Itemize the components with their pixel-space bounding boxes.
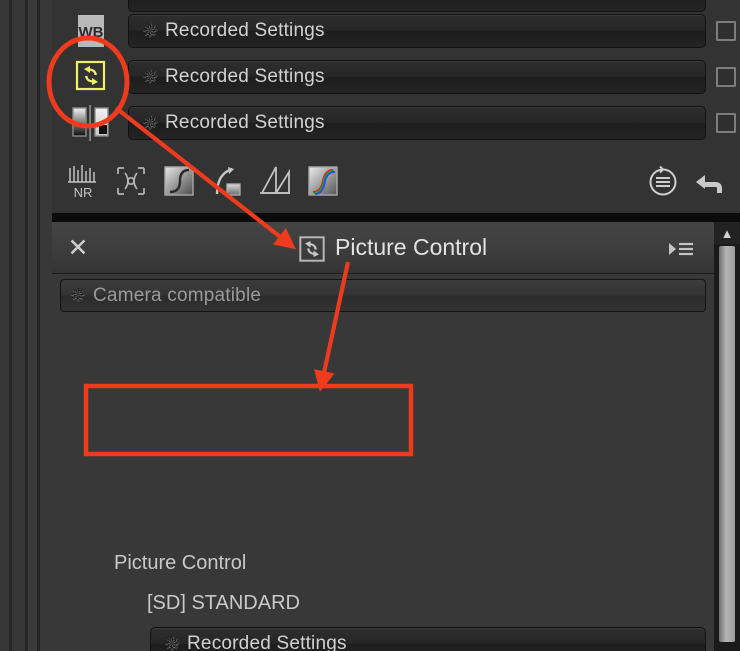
adjustments-toolbar: NR: [52, 158, 740, 208]
auto-distortion-control-icon[interactable]: [256, 162, 294, 200]
camera-compatible-dropdown[interactable]: ✵ Camera compatible: [60, 279, 706, 312]
color-moire-reduction-icon[interactable]: [304, 162, 342, 200]
window-chrome-strip: [0, 0, 9, 651]
camera-compatible-label: Camera compatible: [93, 284, 262, 306]
picture-control-preset-value: [SD] STANDARD: [147, 592, 300, 614]
chevron-down-icon: ✵: [142, 112, 158, 134]
tone-levels-icon[interactable]: [64, 100, 118, 146]
picture-control-panel: ✕ Picture Control ✵ Camera compatible Pi…: [52, 222, 714, 651]
window-chrome-strip: [40, 0, 52, 651]
scrollbar-thumb[interactable]: [719, 246, 735, 642]
close-icon[interactable]: ✕: [64, 235, 92, 263]
window-chrome-strip: [28, 0, 37, 651]
revert-undo-icon[interactable]: [692, 162, 730, 200]
white-balance-icon[interactable]: WB: [64, 8, 118, 54]
tone-levels-checkbox[interactable]: [716, 113, 736, 133]
panel-divider: [52, 213, 740, 222]
adjustment-row: WB ✵ Recorded Settings: [52, 8, 740, 54]
picture-control-dropdown-label: Recorded Settings: [165, 66, 325, 87]
adjustment-row: ✵ Recorded Settings: [52, 100, 740, 146]
chevron-down-icon: ✵: [142, 20, 158, 42]
vignette-control-icon[interactable]: [160, 162, 198, 200]
adjustment-row: ✵ Recorded Settings: [52, 54, 740, 100]
recorded-settings-dropdown-label: Recorded Settings: [187, 633, 347, 651]
picture-control-checkbox[interactable]: [716, 67, 736, 87]
white-balance-dropdown-label: Recorded Settings: [165, 20, 325, 41]
svg-text:WB: WB: [79, 24, 104, 41]
scroll-up-arrow-icon[interactable]: ▲: [714, 222, 740, 244]
tone-levels-dropdown[interactable]: ✵ Recorded Settings: [128, 106, 706, 140]
noise-reduction-label: NR: [74, 185, 93, 200]
vertical-scrollbar[interactable]: ▲: [714, 222, 740, 651]
picture-control-panel-header: ✕ Picture Control: [52, 222, 714, 274]
chevron-down-icon: ✵: [142, 66, 158, 88]
app-window: WB ✵ Recorded Settings ✵ Recorded Settin…: [0, 0, 740, 651]
white-balance-dropdown[interactable]: ✵ Recorded Settings: [128, 14, 706, 48]
picture-control-section-label: Picture Control: [114, 552, 247, 574]
recorded-settings-dropdown[interactable]: ✵ Recorded Settings: [150, 627, 706, 651]
tone-levels-dropdown-label: Recorded Settings: [165, 112, 325, 133]
window-chrome-strip: [12, 0, 25, 651]
noise-reduction-icon[interactable]: NR: [64, 162, 102, 200]
adjustments-panel: WB ✵ Recorded Settings ✵ Recorded Settin…: [52, 0, 740, 213]
picture-control-icon: [299, 236, 325, 262]
picture-control-icon[interactable]: [64, 54, 118, 100]
lateral-chromatic-aberration-icon[interactable]: [208, 162, 246, 200]
copy-settings-icon[interactable]: [644, 162, 682, 200]
chevron-down-icon: ✵: [164, 633, 180, 651]
image-dust-off-icon[interactable]: [112, 162, 150, 200]
panel-menu-icon[interactable]: [666, 239, 696, 259]
white-balance-checkbox[interactable]: [716, 21, 736, 41]
chevron-down-icon: ✵: [70, 285, 86, 306]
page-title: Picture Control: [335, 234, 488, 260]
picture-control-dropdown[interactable]: ✵ Recorded Settings: [128, 60, 706, 94]
